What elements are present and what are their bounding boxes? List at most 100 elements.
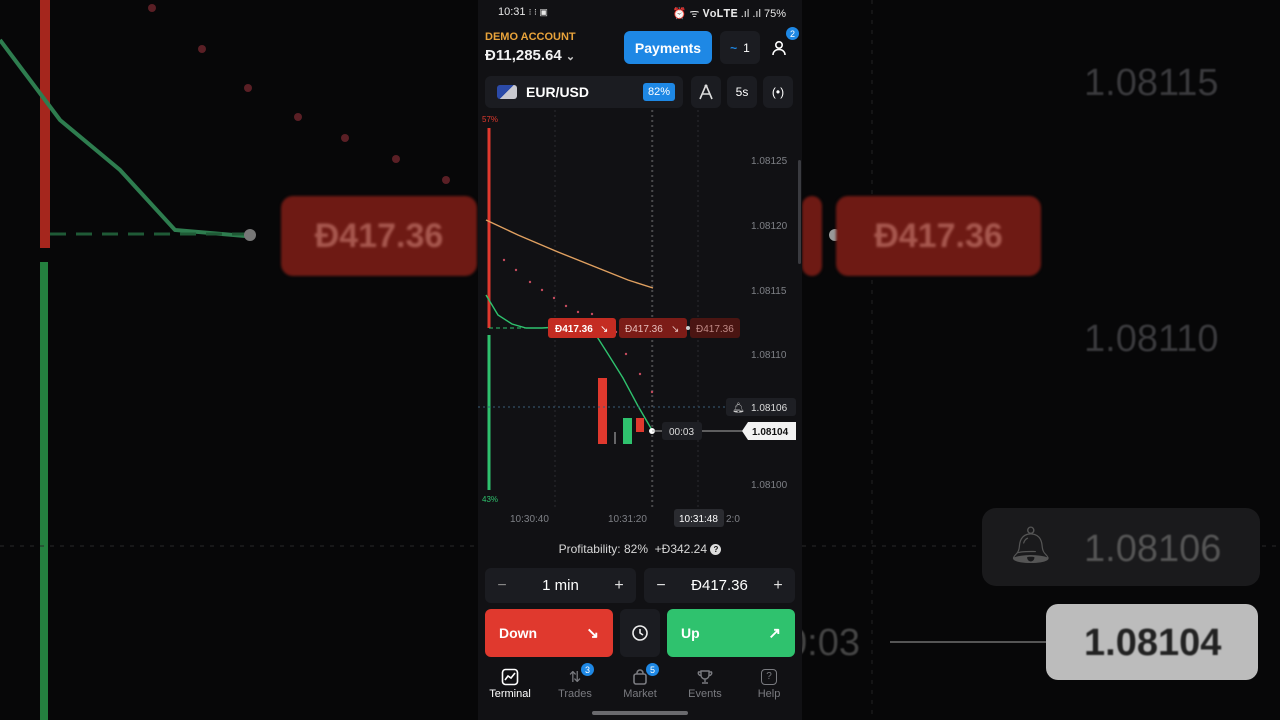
chart-icon bbox=[501, 668, 519, 686]
nav-help[interactable]: ? Help bbox=[737, 662, 801, 700]
expiration-time-button[interactable] bbox=[620, 609, 660, 657]
bg-price-tick: 1.08110 bbox=[1084, 318, 1219, 360]
open-trade-tag[interactable]: Đ417.36 ↘ bbox=[619, 318, 687, 338]
home-indicator[interactable] bbox=[592, 711, 688, 715]
nav-label: Events bbox=[688, 688, 722, 700]
bg-price-tick: 1.08115 bbox=[1084, 62, 1219, 104]
chart-scrollbar[interactable] bbox=[798, 160, 801, 264]
nav-label: Help bbox=[757, 688, 781, 700]
clock-icon bbox=[632, 625, 648, 641]
payout-badge: 82% bbox=[643, 83, 675, 101]
compass-icon bbox=[699, 84, 713, 100]
payments-button[interactable]: Payments bbox=[624, 31, 712, 64]
duration-increase-button[interactable]: + bbox=[612, 577, 626, 595]
market-badge: 5 bbox=[646, 663, 659, 676]
nav-label: Market bbox=[623, 688, 657, 700]
duration-decrease-button[interactable]: − bbox=[495, 577, 509, 595]
account-selector[interactable]: DEMO ACCOUNT Đ11,285.64 ⌄ bbox=[485, 31, 576, 64]
chevron-down-icon: ⌄ bbox=[565, 51, 576, 63]
user-icon bbox=[772, 40, 786, 55]
down-label: Down bbox=[499, 625, 538, 641]
nav-label: Terminal bbox=[489, 688, 531, 700]
investment-decrease-button[interactable]: − bbox=[654, 577, 668, 595]
asset-name: EUR/USD bbox=[526, 84, 590, 100]
notifications-badge: 2 bbox=[786, 27, 799, 40]
down-button[interactable]: Down ↘ bbox=[485, 609, 613, 657]
trade-marker-dot bbox=[686, 326, 690, 330]
signals-count: 1 bbox=[743, 40, 750, 55]
duration-stepper: − 1 min + bbox=[485, 568, 636, 603]
y-tick-label: 1.08115 bbox=[751, 286, 787, 297]
broadcast-icon: (•) bbox=[771, 85, 785, 99]
eur-usd-flag-icon bbox=[497, 85, 517, 99]
bottom-navigation: Terminal ⇅ 3 Trades 5 Market Events ? He… bbox=[478, 662, 802, 712]
bg-alert-price: 1.08106 bbox=[1084, 528, 1222, 570]
investment-stepper: − Đ417.36 + bbox=[644, 568, 795, 603]
price-chart[interactable]: 57% 43% 1.08125 1.08120 1.08115 1.08110 … bbox=[478, 110, 802, 530]
nav-terminal[interactable]: Terminal bbox=[478, 662, 542, 700]
nav-trades[interactable]: ⇅ 3 Trades bbox=[543, 662, 607, 700]
signals-button[interactable]: ~ 1 bbox=[720, 31, 760, 64]
trades-badge: 3 bbox=[581, 663, 594, 676]
asset-selector[interactable]: EUR/USD 82% bbox=[485, 76, 683, 108]
bg-trade-tag-edge bbox=[802, 196, 822, 276]
up-label: Up bbox=[681, 625, 700, 641]
trophy-icon bbox=[697, 670, 713, 684]
profitability-amount: +Đ342.24 bbox=[654, 542, 708, 556]
candles bbox=[598, 378, 644, 444]
moving-average-line bbox=[485, 219, 654, 289]
duration-value[interactable]: 1 min bbox=[542, 577, 579, 594]
price-line bbox=[485, 294, 653, 431]
bg-current-price: 1.08104 bbox=[1084, 622, 1222, 664]
investment-value[interactable]: Đ417.36 bbox=[691, 577, 748, 594]
current-time-label: 10:31:48 bbox=[679, 514, 718, 525]
nav-events[interactable]: Events bbox=[673, 662, 737, 700]
bell-icon: 🔔︎ bbox=[732, 402, 745, 414]
sentiment-down-label: 43% bbox=[482, 495, 498, 504]
x-tick-label: 2:0 bbox=[726, 514, 740, 525]
signal-wave-icon: ~ bbox=[730, 40, 738, 55]
account-balance: Đ11,285.64 ⌄ bbox=[485, 47, 576, 64]
timeframe-button[interactable]: 5s bbox=[727, 76, 757, 108]
account-type-label: DEMO ACCOUNT bbox=[485, 31, 576, 43]
y-tick-label: 1.08110 bbox=[751, 350, 787, 361]
help-circle-icon[interactable]: ? bbox=[710, 544, 722, 556]
countdown-tag: 00:03 bbox=[662, 422, 702, 440]
svg-text:Đ417.36: Đ417.36 bbox=[696, 324, 734, 335]
x-tick-label: 10:30:40 bbox=[510, 514, 549, 525]
broadcast-button[interactable]: (•) bbox=[763, 76, 793, 108]
svg-text:1.08106: 1.08106 bbox=[751, 403, 788, 414]
status-bar: 10:31 ⁝ ⁝ ▣ ⏰ ᯤ 𝐕𝐨𝐋𝐓𝐄 .ıl .ıl 75% bbox=[478, 0, 802, 24]
svg-text:1.08104: 1.08104 bbox=[752, 427, 789, 438]
arrow-down-right-icon: ↘ bbox=[586, 625, 599, 642]
help-icon: ? bbox=[761, 669, 777, 685]
chart-grid bbox=[554, 110, 699, 510]
svg-text:Đ417.36: Đ417.36 bbox=[555, 324, 593, 335]
trades-arrows-icon: ⇅ bbox=[568, 669, 582, 686]
profile-button[interactable]: 2 bbox=[764, 27, 799, 64]
open-trade-tag[interactable]: Đ417.36 ↘ bbox=[548, 318, 616, 338]
x-tick-label: 10:31:20 bbox=[608, 514, 647, 525]
arrow-down-right-icon: ↘ bbox=[600, 324, 608, 335]
status-icons: ⏰ ᯤ 𝐕𝐨𝐋𝐓𝐄 .ıl .ıl 75% bbox=[672, 8, 786, 20]
phone-screen: 10:31 ⁝ ⁝ ▣ ⏰ ᯤ 𝐕𝐨𝐋𝐓𝐄 .ıl .ıl 75% DEMO A… bbox=[478, 0, 802, 720]
y-tick-label: 1.08120 bbox=[751, 221, 788, 232]
y-tick-label: 1.08125 bbox=[751, 156, 788, 167]
arrow-down-right-icon: ↘ bbox=[671, 324, 679, 335]
drawing-tools-button[interactable] bbox=[691, 76, 721, 108]
status-time: 10:31 ⁝ ⁝ ▣ bbox=[498, 6, 548, 18]
up-button[interactable]: Up ↗ bbox=[667, 609, 795, 657]
current-price-tag: 1.08104 bbox=[742, 422, 796, 440]
bg-trade-tag: Đ417.36 bbox=[281, 196, 477, 276]
bg-bell-icon: 🔔︎ bbox=[1008, 524, 1054, 565]
y-tick-label: 1.08100 bbox=[751, 480, 788, 491]
price-alert-tag[interactable]: 🔔︎ 1.08106 bbox=[726, 398, 796, 416]
y-axis: 1.08125 1.08120 1.08115 1.08110 1.08100 bbox=[751, 156, 788, 491]
investment-increase-button[interactable]: + bbox=[771, 577, 785, 595]
bg-trade-tag: Đ417.36 bbox=[836, 196, 1041, 276]
nav-market[interactable]: 5 Market bbox=[608, 662, 672, 700]
svg-text:00:03: 00:03 bbox=[669, 427, 694, 438]
nav-label: Trades bbox=[558, 688, 592, 700]
profitability-row: Profitability: 82% +Đ342.24 ? bbox=[478, 542, 802, 556]
open-trade-tag[interactable]: Đ417.36 bbox=[690, 318, 740, 338]
